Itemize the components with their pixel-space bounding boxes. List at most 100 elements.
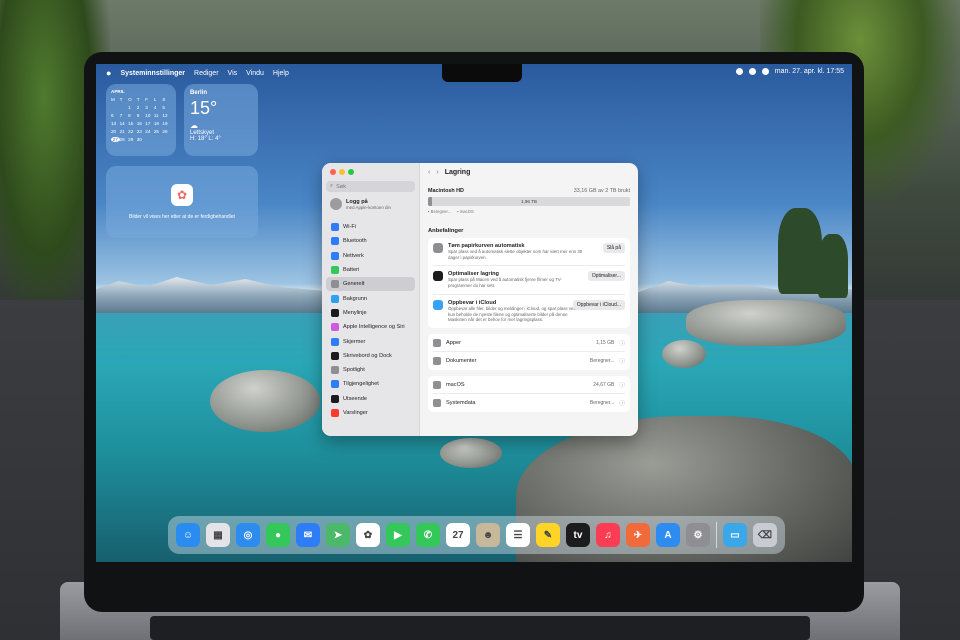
maps-icon[interactable]: ➤ xyxy=(326,523,350,547)
storage-category-row[interactable]: Dokumenter Beregner... ⓘ xyxy=(433,352,625,370)
sidebar-item[interactable]: Utseende xyxy=(326,392,415,406)
info-icon[interactable]: ⓘ xyxy=(619,399,625,407)
sidebar-item[interactable]: Spotlight xyxy=(326,363,415,377)
calendar-day xyxy=(162,137,171,142)
recommendation-button[interactable]: Slå på xyxy=(602,243,625,253)
launchpad-icon[interactable]: ▦ xyxy=(206,523,230,547)
category-icon xyxy=(433,399,441,408)
sidebar-item[interactable]: Apple Intelligence og Siri xyxy=(326,320,415,334)
calendar-day: 19 xyxy=(162,121,168,126)
recommendation-button[interactable]: Optimaliser... xyxy=(587,271,625,282)
menu-view[interactable]: Vis xyxy=(228,70,238,77)
storage-category-row[interactable]: Apper 1,15 GB ⓘ xyxy=(433,334,625,353)
category-icon xyxy=(433,380,441,389)
sidebar-item[interactable]: Wi-Fi xyxy=(326,220,415,234)
calendar-day: 5 xyxy=(162,105,165,110)
calendar-widget[interactable]: APRIL M T O T F L S 1 2 3 4 5 6 7 8 9 10 11 12 13 14 15 16 17 18… xyxy=(106,84,176,156)
sidebar-item[interactable]: Generelt xyxy=(326,277,415,292)
desktop: ● Systeminnstillinger Rediger Vis Vindu … xyxy=(96,64,852,562)
forward-chevron-icon[interactable]: › xyxy=(436,169,438,176)
sidebar-item[interactable]: Bluetooth xyxy=(326,234,415,248)
sidebar-item-icon xyxy=(331,237,339,246)
legend-calculating: ▪ Beregner... xyxy=(428,209,452,214)
sidebar-item-icon xyxy=(331,351,339,360)
folder-icon[interactable]: ▭ xyxy=(723,523,747,547)
recommendation-row: Optimaliser lagring Spar plass på Macen v… xyxy=(433,266,625,295)
notes-icon[interactable]: ✎ xyxy=(536,523,560,547)
calendar-weekday: L xyxy=(153,97,157,102)
calendar-day: 13 xyxy=(111,121,117,126)
menu-app-name[interactable]: Systeminnstillinger xyxy=(120,70,185,77)
search-icon[interactable] xyxy=(748,68,756,75)
storage-legend: ▪ Beregner... ▪ macOS xyxy=(428,209,630,214)
appstore-icon[interactable]: A xyxy=(656,523,680,547)
wifi-icon[interactable] xyxy=(735,68,743,75)
calendar-day: 7 xyxy=(119,113,123,118)
menu-edit[interactable]: Rediger xyxy=(194,70,219,77)
info-icon[interactable]: ⓘ xyxy=(619,339,625,347)
safari-icon[interactable]: ◎ xyxy=(236,523,260,547)
sidebar-item-icon xyxy=(331,280,339,289)
sidebar-item[interactable]: Skjermer xyxy=(326,334,415,348)
calendar-day: 1 xyxy=(128,105,131,110)
recommendation-text: Oppbevar i iCloud Oppbevar alle filer, bi… xyxy=(448,300,583,323)
reminders-icon[interactable]: ☰ xyxy=(506,523,530,547)
mail-icon[interactable]: ✉ xyxy=(296,523,320,547)
info-icon[interactable]: ⓘ xyxy=(619,381,625,389)
recommendation-row: Tøm papirkurven automatisk Spar plass ved… xyxy=(433,238,625,267)
photos-widget-text: Bilder vil vises her etter at de er ferd… xyxy=(129,214,235,220)
menu-window[interactable]: Vindu xyxy=(246,70,264,77)
sidebar-item[interactable]: Nettverk xyxy=(326,249,415,263)
sidebar-search[interactable]: ⌕ Søk xyxy=(326,181,415,192)
weather-widget[interactable]: Berlin 15° ☁ Lettskyet H: 18° L: 4° xyxy=(184,84,258,156)
sidebar-item[interactable]: Tilgjengelighet xyxy=(326,377,415,391)
calendar-day: 15 xyxy=(128,121,134,126)
sidebar-item[interactable]: Bakgrunn xyxy=(326,291,415,305)
menu-help[interactable]: Hjelp xyxy=(273,70,289,77)
keyboard xyxy=(150,616,810,640)
sidebar-item-icon xyxy=(331,394,339,403)
appletv-icon xyxy=(433,271,443,282)
disk-name: Macintosh HD xyxy=(428,188,464,194)
categories-card: Apper 1,15 GB ⓘ Dokumenter Beregner... ⓘ xyxy=(428,334,630,371)
trash-icon[interactable]: ⌫ xyxy=(753,523,777,547)
facetime-icon[interactable]: ▶ xyxy=(386,523,410,547)
recommendation-button[interactable]: Oppbevar i iCloud... xyxy=(572,299,625,310)
contacts-icon[interactable]: ☻ xyxy=(476,523,500,547)
phone-icon[interactable]: ✆ xyxy=(416,523,440,547)
music-icon[interactable]: ♫ xyxy=(596,523,620,547)
sidebar-item-icon xyxy=(331,409,339,417)
rocket-icon[interactable]: ✈ xyxy=(626,523,650,547)
sidebar-item-label: Bakgrunn xyxy=(343,295,367,302)
storage-category-row[interactable]: Systemdata Beregner... ⓘ xyxy=(433,394,625,412)
finder-icon[interactable]: ☺ xyxy=(176,523,200,547)
sidebar-item[interactable]: Skrivebord og Dock xyxy=(326,349,415,363)
zoom-button[interactable] xyxy=(348,169,354,175)
minimize-button[interactable] xyxy=(339,169,345,175)
menubar-clock[interactable]: man. 27. apr. kl. 17:55 xyxy=(775,68,844,75)
close-button[interactable] xyxy=(330,169,336,175)
sidebar-item[interactable]: Batteri xyxy=(326,263,415,277)
sidebar-item-icon xyxy=(331,294,339,303)
apple-account-signin[interactable]: Logg på med Apple-kontoen din xyxy=(330,198,411,210)
sidebar-item-label: Wi-Fi xyxy=(343,224,357,231)
photos-icon[interactable]: ✿ xyxy=(356,523,380,547)
apple-icon[interactable]: ● xyxy=(106,68,111,78)
category-value: 24,67 GB xyxy=(593,381,615,388)
tv-icon[interactable]: tv xyxy=(566,523,590,547)
sidebar-item-icon xyxy=(331,323,339,332)
messages-icon[interactable]: ● xyxy=(266,523,290,547)
back-chevron-icon[interactable]: ‹ xyxy=(428,169,430,176)
photos-widget[interactable]: ✿ Bilder vil vises her etter at de er fe… xyxy=(106,166,258,238)
sidebar-item[interactable]: Menylinje xyxy=(326,306,415,320)
category-label: macOS xyxy=(446,381,465,388)
sidebar-item[interactable]: Varslinger xyxy=(326,406,415,420)
info-icon[interactable]: ⓘ xyxy=(619,357,625,365)
settings-icon[interactable]: ⚙ xyxy=(686,523,710,547)
calendar-day: 28 xyxy=(119,137,125,142)
storage-category-row[interactable]: macOS 24,67 GB ⓘ xyxy=(433,376,625,395)
control-center-icon[interactable] xyxy=(761,68,769,75)
calendar-day xyxy=(154,137,163,142)
calendar-icon[interactable]: 27 xyxy=(446,523,470,547)
sidebar-item-label: Spotlight xyxy=(343,367,365,374)
